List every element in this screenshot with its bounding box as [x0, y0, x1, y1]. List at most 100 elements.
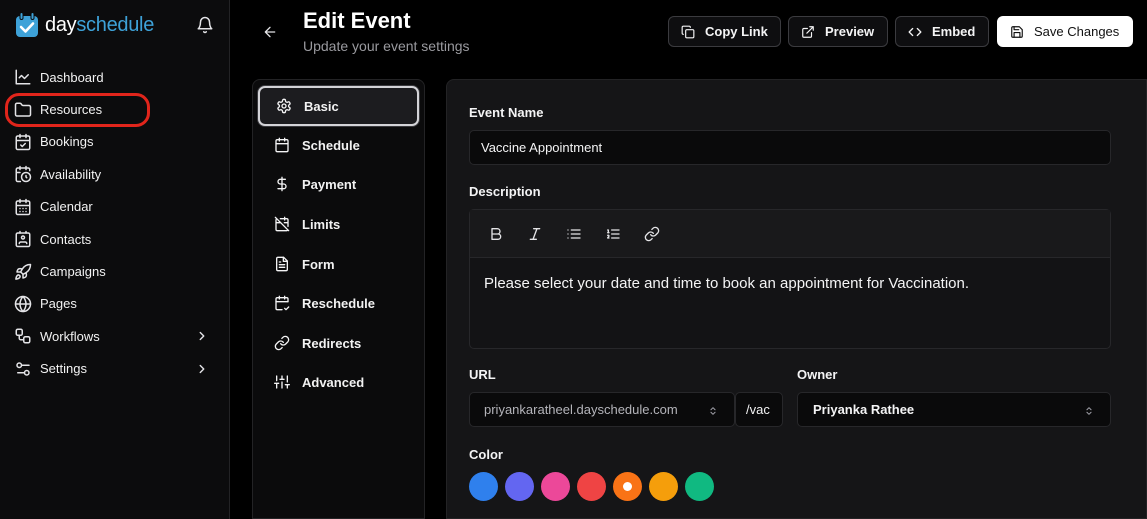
color-swatch[interactable]: [649, 472, 678, 501]
calendar-off-icon: [274, 216, 290, 232]
chart-line-icon: [15, 69, 31, 85]
tab-schedule[interactable]: Schedule: [258, 125, 419, 165]
save-changes-label: Save Changes: [1034, 24, 1120, 39]
sidebar-item-label: Resources: [40, 102, 103, 118]
code-icon: [908, 27, 922, 36]
tab-form[interactable]: Form: [258, 244, 419, 284]
color-swatch[interactable]: [469, 472, 498, 501]
back-arrow-icon[interactable]: [262, 24, 278, 40]
copy-icon: [681, 25, 695, 38]
globe-icon: [14, 295, 32, 313]
bell-icon[interactable]: [196, 16, 214, 34]
chevrons-up-down-icon: [710, 407, 716, 415]
color-swatch[interactable]: [613, 472, 642, 501]
url-label: URL: [469, 367, 496, 382]
description-editor: Please select your date and time to book…: [469, 209, 1111, 349]
sidebar-item-label: Dashboard: [40, 69, 104, 85]
tab-label: Limits: [302, 216, 341, 232]
bullet-list-icon[interactable]: [566, 226, 582, 242]
description-label: Description: [469, 184, 541, 199]
color-label: Color: [469, 447, 503, 462]
chevron-right-icon[interactable]: [195, 329, 209, 343]
tab-basic[interactable]: Basic: [258, 86, 419, 126]
sidebar-item-workflows[interactable]: Workflows: [0, 320, 229, 352]
sidebar-item-calendar[interactable]: Calendar: [0, 191, 229, 223]
url-domain-select[interactable]: priyankaratheel.dayschedule.com: [469, 392, 735, 427]
calendar-icon: [275, 137, 289, 153]
folder-icon: [14, 102, 32, 117]
sidebar-item-contacts[interactable]: Contacts: [0, 223, 229, 255]
tab-label: Form: [302, 256, 335, 272]
save-changes-button[interactable]: Save Changes: [997, 16, 1133, 47]
embed-button[interactable]: Embed: [895, 16, 989, 47]
page-subtitle: Update your event settings: [303, 38, 470, 54]
brand-logo[interactable]: dayschedule: [15, 12, 154, 38]
sidebar-item-settings[interactable]: Settings: [0, 353, 229, 385]
sliders-icon: [16, 361, 30, 376]
calendar-repeat-icon: [275, 295, 290, 311]
color-swatch[interactable]: [685, 472, 714, 501]
sidebar-item-label: Bookings: [40, 134, 94, 150]
url-domain-value: priyankaratheel.dayschedule.com: [484, 402, 678, 417]
bold-icon[interactable]: [488, 226, 504, 242]
sidebar: dayschedule Dashboard Resources Bookings…: [0, 0, 230, 519]
embed-label: Embed: [932, 24, 976, 39]
tab-label: Payment: [302, 176, 357, 192]
tab-advanced[interactable]: Advanced: [258, 362, 419, 402]
calendar-check-icon: [15, 133, 31, 151]
tab-reschedule[interactable]: Reschedule: [258, 283, 419, 323]
page-title: Edit Event: [303, 8, 411, 33]
dollar-icon: [277, 176, 287, 192]
event-name-label: Event Name: [469, 105, 544, 120]
preview-label: Preview: [825, 24, 875, 39]
sidebar-item-bookings[interactable]: Bookings: [0, 126, 229, 158]
tab-redirects[interactable]: Redirects: [258, 323, 419, 363]
settings-tabs: Basic Schedule Payment Limits Form Resch…: [252, 79, 425, 519]
sidebar-item-label: Calendar: [40, 199, 93, 215]
event-name-input[interactable]: Vaccine Appointment: [469, 130, 1111, 165]
color-swatch[interactable]: [505, 472, 534, 501]
gear-icon: [277, 98, 291, 114]
sidebar-item-label: Workflows: [40, 328, 100, 344]
italic-icon[interactable]: [527, 226, 543, 242]
calendar-icon: [15, 198, 31, 215]
owner-select[interactable]: Priyanka Rathee: [797, 392, 1111, 427]
copy-link-label: Copy Link: [705, 24, 768, 39]
document-icon: [276, 256, 288, 272]
tab-label: Advanced: [302, 374, 365, 390]
sidebar-item-label: Availability: [40, 166, 102, 182]
numbered-list-icon[interactable]: [605, 226, 621, 242]
copy-link-button[interactable]: Copy Link: [668, 16, 781, 47]
link-icon[interactable]: [644, 226, 660, 242]
sidebar-item-resources[interactable]: Resources: [0, 93, 229, 125]
brand-name: dayschedule: [45, 13, 155, 36]
external-link-icon: [802, 25, 814, 38]
color-swatch[interactable]: [541, 472, 570, 501]
tab-label: Basic: [304, 98, 339, 114]
sidebar-item-label: Settings: [40, 361, 87, 377]
chevron-right-icon[interactable]: [195, 362, 209, 376]
rocket-icon: [15, 263, 32, 280]
workflow-icon: [15, 328, 31, 344]
preview-button[interactable]: Preview: [788, 16, 888, 47]
selected-indicator: [623, 482, 632, 491]
tab-label: Redirects: [302, 335, 362, 351]
link-icon: [274, 335, 290, 351]
sidebar-item-dashboard[interactable]: Dashboard: [0, 61, 229, 93]
sliders-vertical-icon: [274, 375, 290, 389]
tab-label: Schedule: [302, 137, 360, 153]
url-slug-input[interactable]: /vac: [735, 392, 783, 427]
chevrons-up-down-icon: [1086, 407, 1092, 415]
sidebar-item-pages[interactable]: Pages: [0, 288, 229, 320]
tab-limits[interactable]: Limits: [258, 204, 419, 244]
sidebar-item-label: Campaigns: [40, 264, 106, 280]
sidebar-item-label: Pages: [40, 296, 77, 312]
editor-toolbar: [470, 210, 1110, 258]
calendar-clock-icon: [15, 166, 32, 183]
description-text[interactable]: Please select your date and time to book…: [470, 258, 1110, 309]
color-swatch[interactable]: [577, 472, 606, 501]
tab-payment[interactable]: Payment: [258, 164, 419, 204]
tab-label: Reschedule: [302, 295, 375, 311]
sidebar-item-campaigns[interactable]: Campaigns: [0, 255, 229, 287]
sidebar-item-availability[interactable]: Availability: [0, 158, 229, 190]
